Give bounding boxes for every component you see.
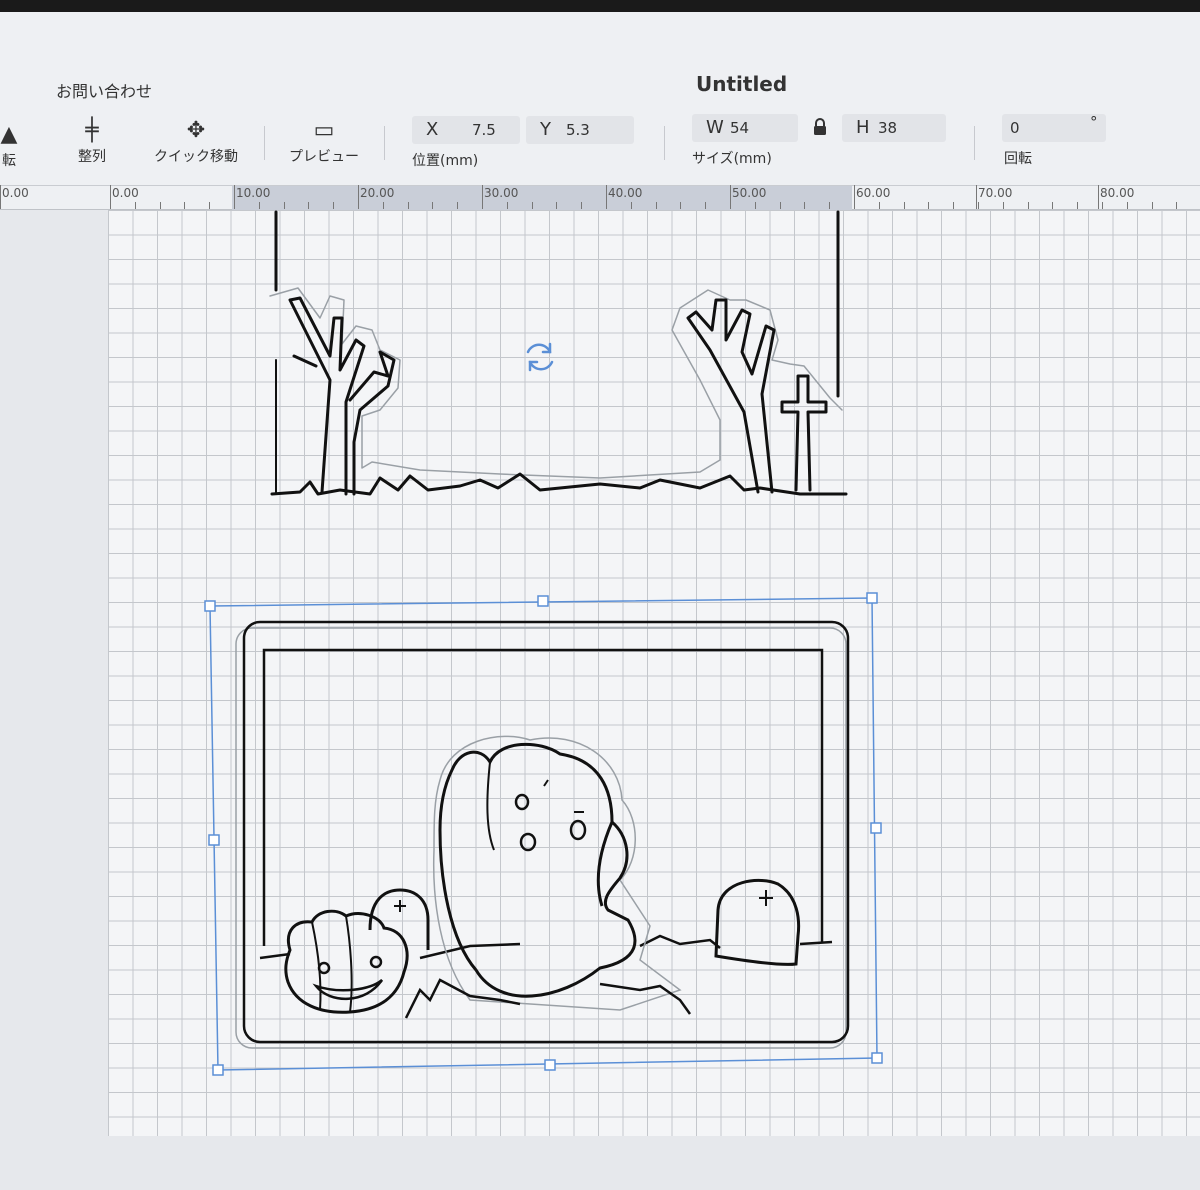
ground-line <box>259 934 833 960</box>
canvas-artwork <box>204 210 883 1076</box>
ghost-eye-left <box>514 793 530 811</box>
resize-handle-nw[interactable] <box>204 600 216 612</box>
card-offset-outline <box>235 627 847 1049</box>
ghost-mouth <box>519 832 537 852</box>
graveyard-trees-layer[interactable] <box>269 210 848 496</box>
ghost <box>438 742 637 998</box>
pumpkin-mouth <box>312 978 384 1000</box>
resize-handle-w[interactable] <box>208 834 220 846</box>
resize-handle-s[interactable] <box>544 1059 556 1071</box>
resize-handle-n[interactable] <box>537 595 549 607</box>
pumpkin <box>284 909 409 1014</box>
rotate-handle-icon[interactable] <box>526 342 554 372</box>
ghost-fold <box>486 761 495 851</box>
resize-handle-sw[interactable] <box>212 1064 224 1076</box>
grass <box>404 978 692 1019</box>
tombstone-left-cross <box>394 900 406 912</box>
resize-handle-e[interactable] <box>870 822 882 834</box>
card-outline <box>242 620 850 1044</box>
ghost-eye-right <box>569 819 587 841</box>
ghost-pumpkin-frame-layer[interactable] <box>235 620 850 1049</box>
inner-window <box>262 648 824 946</box>
ghost-brows <box>543 779 584 813</box>
tombstone-right <box>714 878 801 966</box>
resize-handle-se[interactable] <box>871 1052 883 1064</box>
pumpkin-eye-left <box>317 961 331 975</box>
tombstone-right-cross <box>759 890 773 906</box>
pumpkin-eye-right <box>369 955 383 969</box>
ghost-offset-outline <box>432 735 682 1011</box>
resize-handle-ne[interactable] <box>866 592 878 604</box>
